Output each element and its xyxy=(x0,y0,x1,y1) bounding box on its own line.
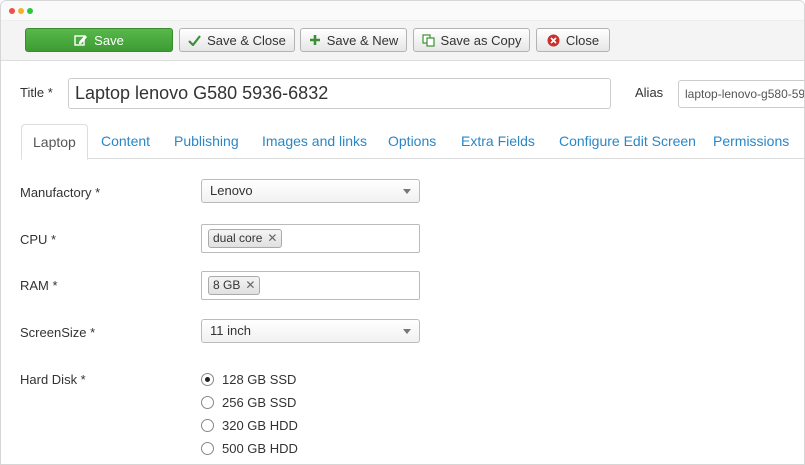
app-window: Save Save & Close Save & New Save as Cop… xyxy=(0,0,805,465)
save-close-button[interactable]: Save & Close xyxy=(179,28,295,52)
caret-down-icon xyxy=(403,329,411,334)
save-as-copy-button-label: Save as Copy xyxy=(440,32,522,48)
window-minimize-dot[interactable] xyxy=(18,8,24,14)
edit-icon xyxy=(74,34,88,46)
caret-down-icon xyxy=(403,189,411,194)
screensize-select-value: 11 inch xyxy=(210,323,251,338)
harddisk-option-label: 500 GB HDD xyxy=(222,440,298,456)
manufactory-label: Manufactory * xyxy=(20,185,101,200)
window-maximize-dot[interactable] xyxy=(27,8,33,14)
toolbar: Save Save & Close Save & New Save as Cop… xyxy=(1,21,804,61)
harddisk-option-label: 128 GB SSD xyxy=(222,371,297,387)
close-icon xyxy=(547,34,560,47)
tab-laptop[interactable]: Laptop xyxy=(21,124,88,160)
alias-label: Alias xyxy=(635,85,664,100)
tab-publishing[interactable]: Publishing xyxy=(174,124,239,159)
manufactory-select-value: Lenovo xyxy=(210,183,253,198)
radio-unchecked[interactable] xyxy=(201,418,214,432)
harddisk-option-label: 320 GB HDD xyxy=(222,417,298,433)
checkmark-icon xyxy=(188,34,201,46)
save-button-label: Save xyxy=(94,32,124,48)
ram-label: RAM * xyxy=(20,278,58,293)
tab-options[interactable]: Options xyxy=(388,124,436,159)
window-close-dot[interactable] xyxy=(9,8,15,14)
radio-unchecked[interactable] xyxy=(201,441,214,455)
manufactory-select[interactable]: Lenovo xyxy=(201,179,420,203)
cpu-tag-label: dual core xyxy=(213,231,263,245)
harddisk-option-256ssd[interactable]: 256 GB SSD xyxy=(201,393,296,411)
window-titlebar xyxy=(1,1,804,21)
title-input[interactable] xyxy=(68,78,611,109)
save-as-copy-button[interactable]: Save as Copy xyxy=(413,28,530,52)
tab-content[interactable]: Content xyxy=(101,124,150,159)
title-label: Title * xyxy=(20,85,53,100)
ram-tag: 8 GB ✕ xyxy=(208,276,261,295)
ram-tag-label: 8 GB xyxy=(213,278,241,292)
harddisk-option-128ssd[interactable]: 128 GB SSD xyxy=(201,370,296,388)
tab-configure-edit-screen[interactable]: Configure Edit Screen xyxy=(559,124,696,159)
harddisk-option-500hdd[interactable]: 500 GB HDD xyxy=(201,439,298,457)
remove-tag-icon[interactable]: ✕ xyxy=(245,277,255,294)
harddisk-label: Hard Disk * xyxy=(20,372,86,387)
alias-input[interactable] xyxy=(678,80,804,108)
ram-tag-input[interactable]: 8 GB ✕ xyxy=(201,271,420,300)
save-new-button-label: Save & New xyxy=(326,32,399,48)
harddisk-option-320hdd[interactable]: 320 GB HDD xyxy=(201,416,298,434)
radio-unchecked[interactable] xyxy=(201,395,214,409)
screensize-label: ScreenSize * xyxy=(20,325,96,340)
harddisk-option-label: 256 GB SSD xyxy=(222,394,297,410)
plus-icon xyxy=(309,34,321,46)
cpu-tag: dual core ✕ xyxy=(208,229,283,248)
save-button[interactable]: Save xyxy=(25,28,173,52)
copy-icon xyxy=(421,33,435,47)
close-button[interactable]: Close xyxy=(536,28,610,52)
save-new-button[interactable]: Save & New xyxy=(300,28,407,52)
radio-checked[interactable] xyxy=(201,372,214,386)
tab-bar: Laptop Content Publishing Images and lin… xyxy=(21,124,804,160)
remove-tag-icon[interactable]: ✕ xyxy=(267,230,277,247)
cpu-tag-input[interactable]: dual core ✕ xyxy=(201,224,420,253)
tab-permissions[interactable]: Permissions xyxy=(713,124,789,159)
cpu-label: CPU * xyxy=(20,232,57,247)
tab-images-and-links[interactable]: Images and links xyxy=(262,124,367,159)
save-close-button-label: Save & Close xyxy=(207,32,286,48)
tab-extra-fields[interactable]: Extra Fields xyxy=(461,124,535,159)
screensize-select[interactable]: 11 inch xyxy=(201,319,420,343)
close-button-label: Close xyxy=(565,32,600,48)
